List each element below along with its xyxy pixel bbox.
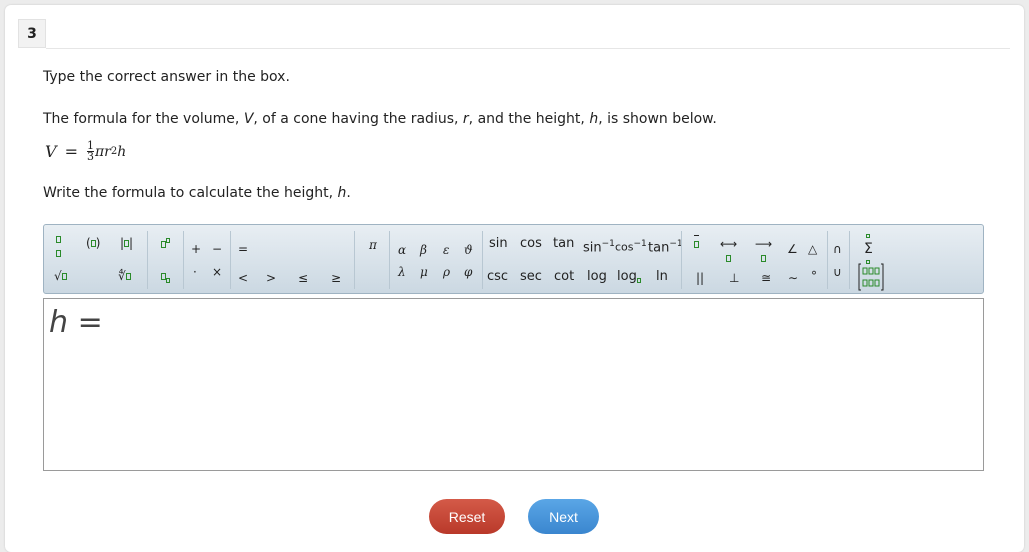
tan-button[interactable]: tan: [553, 237, 574, 251]
rho-button[interactable]: ρ: [443, 265, 450, 279]
epsilon-button[interactable]: ε: [443, 243, 449, 257]
arctan-button[interactable]: tan−1: [648, 237, 683, 255]
angle-button[interactable]: ∠: [787, 242, 798, 256]
header-divider: [46, 48, 1010, 49]
ray-icon[interactable]: ⟶: [755, 237, 772, 265]
log-base-button[interactable]: log: [617, 270, 641, 288]
math-toolbar: () | | √ ∜ + − · × = < > ≤ ≥ π α β ε ϑ λ …: [43, 224, 984, 294]
similar-button[interactable]: ∼: [788, 271, 798, 285]
question-stem: The formula for the volume, V, of a cone…: [43, 111, 717, 127]
plus-button[interactable]: +: [191, 242, 201, 256]
question-card: 3 Type the correct answer in the box. Th…: [5, 5, 1024, 552]
cos-button[interactable]: cos: [520, 237, 542, 251]
one-third-fraction: 1 3: [86, 139, 94, 163]
line-icon[interactable]: ⟷: [720, 237, 737, 265]
greater-than-button[interactable]: >: [266, 271, 276, 285]
nth-root-icon[interactable]: ∜: [118, 269, 131, 283]
log-button[interactable]: log: [587, 270, 607, 284]
next-button[interactable]: Next: [528, 499, 599, 534]
arcsin-button[interactable]: sin−1: [583, 237, 615, 255]
sec-button[interactable]: sec: [520, 270, 542, 284]
superscript-icon[interactable]: [161, 234, 170, 251]
perpendicular-button[interactable]: ⊥: [729, 271, 739, 285]
instruction-text: Type the correct answer in the box.: [43, 69, 290, 85]
beta-button[interactable]: β: [420, 243, 427, 257]
parentheses-template-icon[interactable]: (): [86, 236, 100, 250]
matrix-icon[interactable]: [857, 262, 885, 295]
absolute-value-icon[interactable]: | |: [120, 236, 133, 250]
sin-button[interactable]: sin: [489, 237, 508, 251]
less-than-button[interactable]: <: [238, 271, 248, 285]
question-number: 3: [18, 19, 46, 48]
less-equal-button[interactable]: ≤: [298, 271, 308, 285]
cot-button[interactable]: cot: [554, 270, 574, 284]
overline-icon[interactable]: [694, 235, 699, 251]
greater-equal-button[interactable]: ≥: [331, 271, 341, 285]
union-button[interactable]: ∪: [833, 265, 842, 279]
degree-button[interactable]: °: [811, 269, 817, 283]
fraction-template-icon[interactable]: [56, 232, 61, 260]
answer-input[interactable]: h =: [43, 298, 984, 471]
csc-button[interactable]: csc: [487, 270, 508, 284]
phi-button[interactable]: φ: [464, 265, 472, 279]
arccos-button[interactable]: cos−1: [615, 237, 647, 255]
triangle-button[interactable]: △: [808, 242, 817, 256]
prompt-text: Write the formula to calculate the heigh…: [43, 185, 351, 201]
equals-button[interactable]: =: [238, 242, 248, 256]
parallel-button[interactable]: ||: [696, 271, 704, 285]
minus-button[interactable]: −: [212, 242, 222, 256]
square-root-icon[interactable]: √: [54, 269, 67, 283]
dot-button[interactable]: ·: [193, 265, 197, 279]
ln-button[interactable]: ln: [656, 270, 668, 284]
reset-button[interactable]: Reset: [429, 499, 505, 534]
alpha-button[interactable]: α: [398, 243, 406, 257]
congruent-button[interactable]: ≅: [761, 271, 771, 285]
pi-button[interactable]: π: [369, 238, 377, 252]
intersection-button[interactable]: ∩: [833, 242, 842, 256]
answer-expression: h =: [49, 305, 103, 340]
mu-button[interactable]: μ: [420, 265, 428, 279]
lambda-button[interactable]: λ: [398, 265, 406, 279]
subscript-icon[interactable]: [161, 269, 170, 288]
times-button[interactable]: ×: [212, 265, 222, 279]
theta-button[interactable]: ϑ: [464, 243, 473, 257]
cone-volume-formula: V = 1 3 πr 2 h: [45, 139, 127, 163]
